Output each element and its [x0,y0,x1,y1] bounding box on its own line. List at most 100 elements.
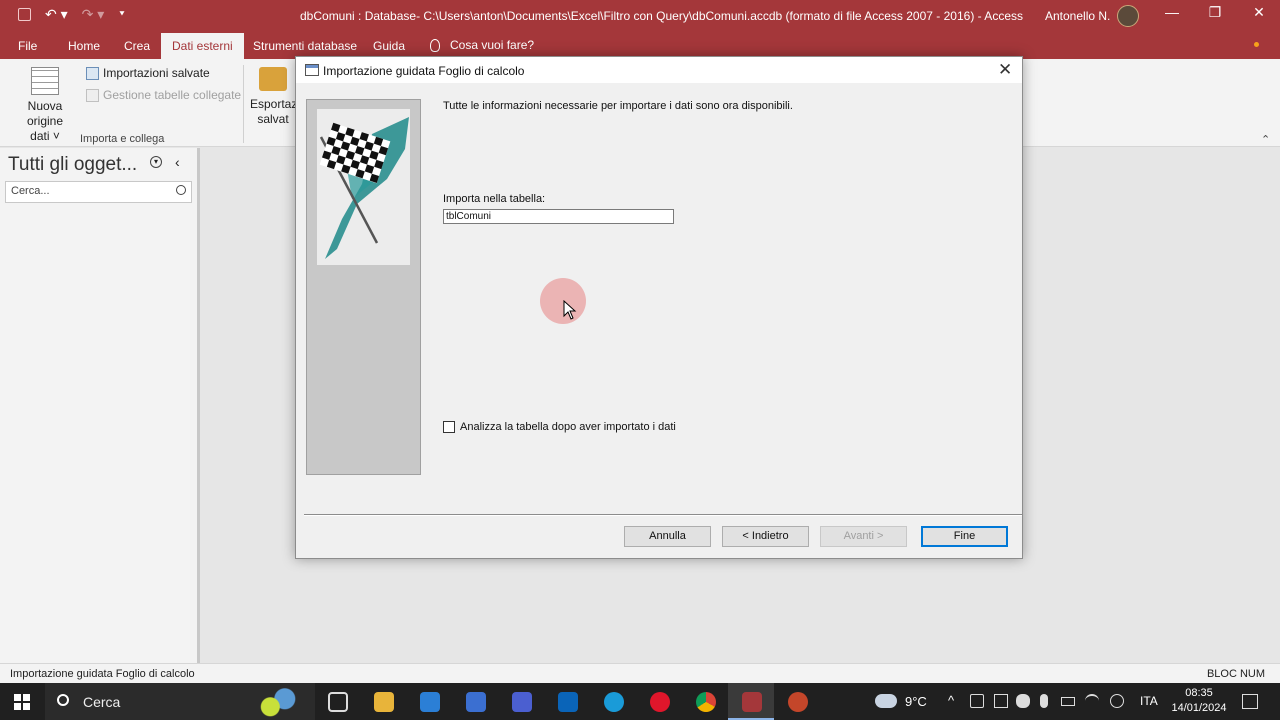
analyze-table-label: Analizza la tabella dopo aver importato … [460,421,676,433]
tab-guida[interactable]: Guida [373,39,405,53]
app-icon-blue-2[interactable] [512,692,532,712]
importazioni-salvate-label: Importazioni salvate [103,66,210,80]
task-view-icon[interactable] [328,692,348,712]
edge-icon[interactable] [604,692,624,712]
tab-home[interactable]: Home [68,39,100,53]
tab-crea[interactable]: Crea [124,39,150,53]
gestione-tabelle-collegate-button[interactable]: Gestione tabelle collegate [86,88,241,102]
avatar[interactable] [1117,5,1139,27]
importazioni-salvate-button[interactable]: Importazioni salvate [86,66,210,80]
pen-icon[interactable] [1110,694,1124,708]
restore-button[interactable]: ❐ [1195,4,1235,21]
redo-icon[interactable]: ↷ ▾ [82,6,105,23]
annulla-button[interactable]: Annulla [624,526,711,547]
import-wizard-dialog: Importazione guidata Foglio di calcolo ✕ [295,56,1023,559]
customize-qat-icon[interactable]: ⯆ [118,9,125,20]
chevron-down-icon[interactable]: ▾ [150,156,162,168]
notification-center-icon[interactable] [1242,694,1258,709]
opera-icon[interactable] [650,692,670,712]
quick-access-toolbar: ↶ ▾ ↷ ▾ ⯆ [18,6,126,23]
tell-me-search[interactable]: Cosa vuoi fare? [430,38,534,52]
lightbulb-icon [430,38,440,52]
nuova-origine-label: Nuova origine [26,99,64,128]
salvat-label: salvat [257,112,289,126]
meet-icon[interactable] [994,694,1008,708]
taskbar-search[interactable]: Cerca [45,683,315,720]
esportaz-label: Esportaz [250,97,296,111]
avanti-button[interactable]: Avanti > [820,526,907,547]
wizard-message: Tutte le informazioni necessarie per imp… [443,100,793,112]
table-name-input[interactable] [443,209,674,224]
checkbox[interactable] [443,421,455,433]
saved-imports-icon [86,66,99,80]
outlook-icon[interactable] [558,692,578,712]
dialog-close-button[interactable]: ✕ [998,60,1012,80]
taskbar-search-label: Cerca [83,694,121,710]
tab-strumenti-database[interactable]: Strumenti database [253,39,357,53]
title-bar: ↶ ▾ ↷ ▾ ⯆ dbComuni : Database- C:\Users\… [0,0,1280,33]
search-highlight-image [250,686,308,718]
notification-dot [1254,42,1259,47]
checkered-flag-icon [317,109,410,265]
save-icon[interactable] [18,8,31,21]
nuova-origine-dati-button[interactable]: Nuova origine dati ˅ [8,67,82,144]
clock-date: 14/01/2024 [1171,702,1227,714]
wifi-icon[interactable] [1085,694,1099,708]
import-table-label: Importa nella tabella: [443,193,546,205]
clock-time: 08:35 [1185,687,1213,699]
status-text: Importazione guidata Foglio di calcolo [10,668,195,680]
weather-cloud-icon[interactable] [875,694,897,708]
minimize-button[interactable]: — [1152,4,1192,20]
app-icon-blue-1[interactable] [466,692,486,712]
volume-icon[interactable] [970,694,984,708]
collapse-pane-icon[interactable]: ‹ [175,154,180,170]
windows-start-icon[interactable] [14,694,30,710]
wizard-icon [305,64,319,76]
table-icon [31,67,59,95]
access-icon[interactable] [742,692,762,712]
gestione-tabelle-label: Gestione tabelle collegate [103,88,242,102]
taskbar: Cerca 9°C ^ ITA 08:35 14/01/2024 [0,683,1280,720]
onedrive-icon[interactable] [1016,694,1030,708]
dialog-divider [304,514,1022,516]
search-icon[interactable] [176,185,186,195]
show-hidden-icons-icon[interactable]: ^ [948,693,954,708]
search-icon [57,694,69,706]
weather-temperature[interactable]: 9°C [905,694,927,709]
microsoft-store-icon[interactable] [420,692,440,712]
linked-table-manager-icon [86,88,99,102]
tab-file[interactable]: File [18,39,37,53]
dialog-title: Importazione guidata Foglio di calcolo [323,64,525,78]
ribbon-separator [243,65,244,143]
status-bar: Importazione guidata Foglio di calcolo B… [0,663,1280,683]
num-lock-indicator: BLOC NUM [1206,668,1265,680]
nav-search-input[interactable]: Cerca... [5,181,192,203]
clock[interactable]: 08:35 14/01/2024 [1168,686,1230,716]
microphone-icon[interactable] [1040,694,1048,708]
saved-exports-icon [259,67,287,91]
fine-button[interactable]: Fine [921,526,1008,547]
navigation-pane: Tutti gli ogget... ▾ ‹ Cerca... [0,148,200,663]
tell-me-label: Cosa vuoi fare? [450,38,535,52]
window-title: dbComuni : Database- C:\Users\anton\Docu… [300,9,1023,23]
dati-label: dati ˅ [30,129,60,143]
nav-search-placeholder: Cerca... [11,185,50,197]
powerpoint-icon[interactable] [788,692,808,712]
mouse-pointer-icon [563,300,577,320]
dialog-title-bar: Importazione guidata Foglio di calcolo ✕ [296,57,1022,83]
collapse-ribbon-icon[interactable]: ⌃ [1261,133,1270,146]
tab-dati-esterni[interactable]: Dati esterni [161,33,244,59]
chrome-icon[interactable] [696,692,716,712]
user-name[interactable]: Antonello N. [1045,9,1110,23]
input-language[interactable]: ITA [1140,694,1158,708]
undo-icon[interactable]: ↶ ▾ [45,6,68,23]
battery-icon[interactable] [1061,697,1075,706]
analyze-table-checkbox[interactable]: Analizza la tabella dopo aver importato … [443,421,676,433]
nav-pane-title[interactable]: Tutti gli ogget... [8,154,137,176]
close-button[interactable]: ✕ [1239,4,1279,21]
indietro-button[interactable]: < Indietro [722,526,809,547]
esportazioni-salvate-button[interactable]: Esportaz salvat [250,67,296,127]
file-explorer-icon[interactable] [374,692,394,712]
wizard-side-panel [306,99,421,475]
group-label-importa: Importa e collega [80,133,165,145]
